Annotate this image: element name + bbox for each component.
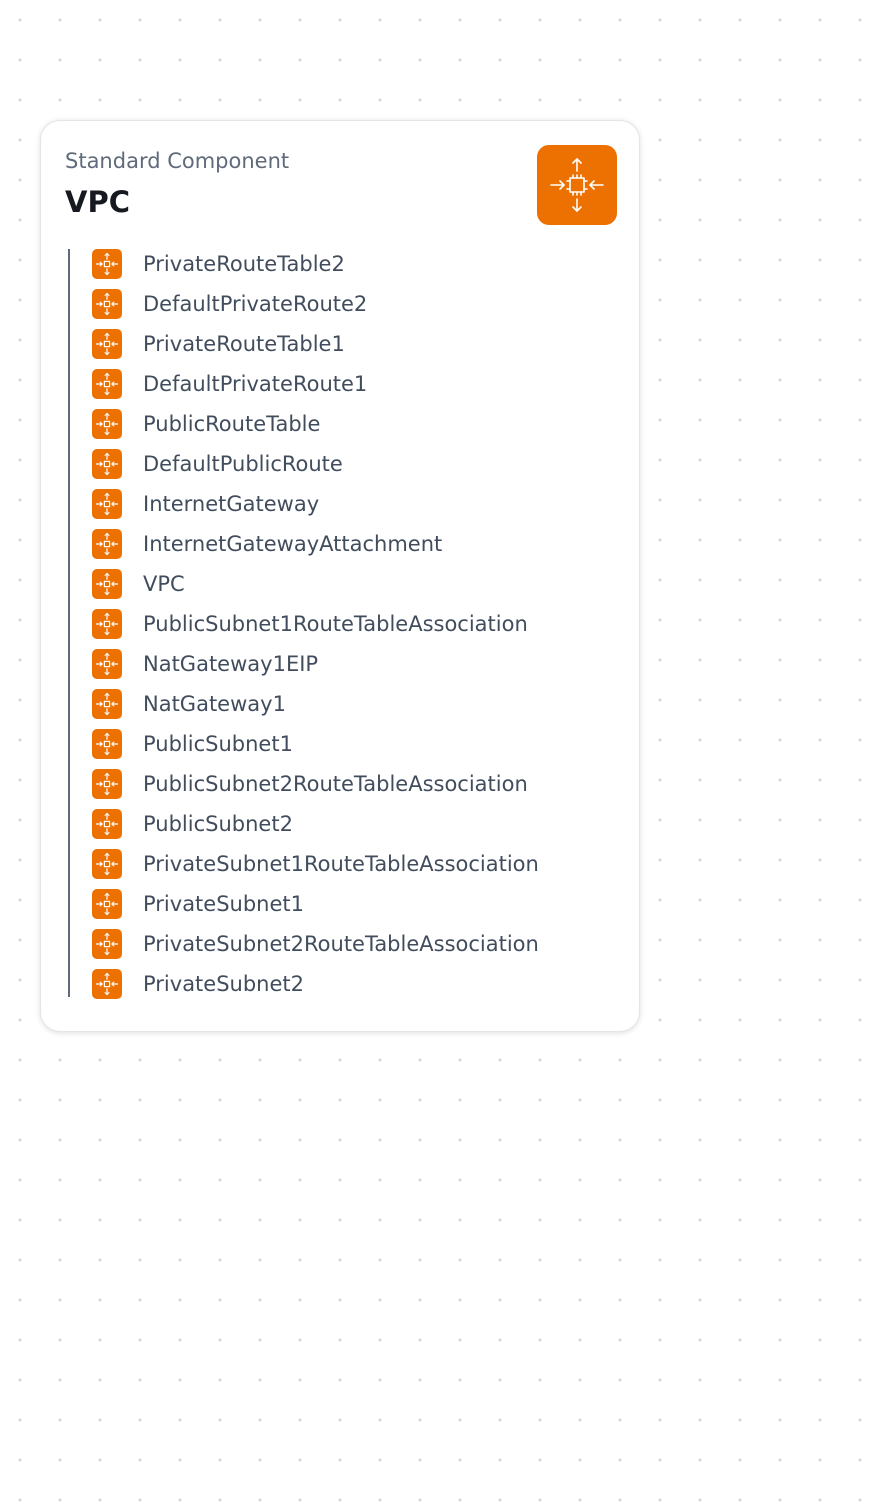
- resource-item[interactable]: PublicSubnet2RouteTableAssociation: [68, 769, 608, 809]
- vpc-router-icon: [92, 689, 122, 719]
- resource-label: NatGateway1: [143, 692, 286, 716]
- vpc-router-icon: [92, 849, 122, 879]
- resource-label: DefaultPrivateRoute2: [143, 292, 368, 316]
- vpc-router-icon: [92, 329, 122, 359]
- resource-item[interactable]: PrivateRouteTable1: [68, 329, 608, 369]
- component-title: VPC: [65, 185, 130, 219]
- resource-label: PublicSubnet2: [143, 812, 293, 836]
- vpc-router-icon: [92, 369, 122, 399]
- vpc-router-icon: [92, 529, 122, 559]
- vpc-router-icon: [92, 769, 122, 799]
- resource-item[interactable]: PublicSubnet1RouteTableAssociation: [68, 609, 608, 649]
- resource-item[interactable]: PrivateSubnet2RouteTableAssociation: [68, 929, 608, 969]
- vpc-router-icon: [92, 889, 122, 919]
- vpc-router-icon: [92, 969, 122, 999]
- resource-item[interactable]: NatGateway1: [68, 689, 608, 729]
- resource-item[interactable]: InternetGateway: [68, 489, 608, 529]
- resource-label: PrivateSubnet2: [143, 972, 305, 996]
- resource-item[interactable]: PrivateSubnet1RouteTableAssociation: [68, 849, 608, 889]
- resource-label: PrivateSubnet1: [143, 892, 305, 916]
- resource-label: PrivateSubnet1RouteTableAssociation: [143, 852, 539, 876]
- resource-label: InternetGateway: [143, 492, 320, 516]
- diagram-canvas[interactable]: Standard Component VPC PrivateRouteTable…: [0, 0, 878, 1510]
- resource-label: PublicSubnet1: [143, 732, 293, 756]
- vpc-router-icon: [92, 449, 122, 479]
- vpc-router-icon: [92, 249, 122, 279]
- vpc-router-icon: [92, 409, 122, 439]
- vpc-router-icon: [537, 145, 617, 225]
- resource-item[interactable]: DefaultPrivateRoute2: [68, 289, 608, 329]
- resource-label: VPC: [143, 572, 185, 596]
- resource-label: PrivateRouteTable2: [143, 252, 345, 276]
- resource-item[interactable]: PublicSubnet2: [68, 809, 608, 849]
- resource-item[interactable]: PublicSubnet1: [68, 729, 608, 769]
- vpc-router-icon: [92, 289, 122, 319]
- vpc-router-icon: [92, 729, 122, 759]
- resource-label: InternetGatewayAttachment: [143, 532, 443, 556]
- resource-label: PublicSubnet2RouteTableAssociation: [143, 772, 528, 796]
- component-type-label: Standard Component: [65, 149, 290, 173]
- resource-label: NatGateway1EIP: [143, 652, 319, 676]
- resource-item[interactable]: PrivateSubnet2: [68, 969, 608, 1009]
- resource-item[interactable]: VPC: [68, 569, 608, 609]
- resource-item[interactable]: DefaultPrivateRoute1: [68, 369, 608, 409]
- resource-label: PublicSubnet1RouteTableAssociation: [143, 612, 528, 636]
- vpc-router-icon: [92, 809, 122, 839]
- resource-item[interactable]: PrivateSubnet1: [68, 889, 608, 929]
- resource-item[interactable]: PrivateRouteTable2: [68, 249, 608, 289]
- resource-item[interactable]: DefaultPublicRoute: [68, 449, 608, 489]
- component-card-vpc[interactable]: Standard Component VPC PrivateRouteTable…: [40, 120, 640, 1032]
- resource-label: DefaultPublicRoute: [143, 452, 343, 476]
- resource-label: DefaultPrivateRoute1: [143, 372, 368, 396]
- resource-label: PrivateSubnet2RouteTableAssociation: [143, 932, 539, 956]
- vpc-router-icon: [92, 609, 122, 639]
- resource-label: PublicRouteTable: [143, 412, 321, 436]
- resource-label: PrivateRouteTable1: [143, 332, 345, 356]
- vpc-router-icon: [92, 649, 122, 679]
- vpc-router-icon: [92, 489, 122, 519]
- resource-list: PrivateRouteTable2 DefaultPrivateRoute2: [68, 249, 608, 1009]
- vpc-router-icon: [92, 929, 122, 959]
- resource-tree: PrivateRouteTable2 DefaultPrivateRoute2: [68, 249, 608, 999]
- resource-item[interactable]: NatGateway1EIP: [68, 649, 608, 689]
- vpc-router-icon: [92, 569, 122, 599]
- resource-item[interactable]: InternetGatewayAttachment: [68, 529, 608, 569]
- resource-item[interactable]: PublicRouteTable: [68, 409, 608, 449]
